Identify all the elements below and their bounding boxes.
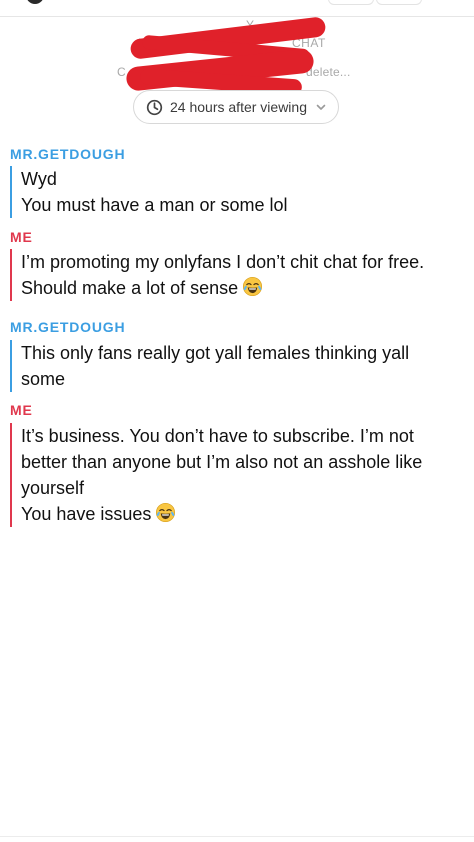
header-pill-icon[interactable] — [376, 0, 422, 5]
chat-timer-label: 24 hours after viewing — [170, 99, 307, 115]
message-block[interactable]: This only fans really got yall females t… — [10, 340, 468, 392]
clock-icon — [146, 99, 163, 115]
sender-label: ME — [10, 402, 33, 418]
system-text-line2-end: delete... — [306, 65, 351, 79]
chat-system-info: Y N CHAT C delete... 24 hours after view… — [0, 16, 474, 134]
message-text: Wyd — [21, 169, 57, 189]
header-pill-icon[interactable] — [328, 0, 374, 5]
message-text: This only fans really got yall females t… — [21, 343, 410, 363]
message-text: It’s business. You don’t have to subscri… — [21, 426, 414, 446]
message-text: You have issues — [21, 504, 152, 524]
message-block[interactable]: It’s business. You don’t have to subscri… — [10, 423, 468, 527]
message-text: You must have a man or some lol — [21, 195, 288, 215]
message-line: Should make a lot of sense — [21, 275, 468, 301]
tears-of-joy-emoji-icon — [242, 276, 263, 297]
system-text-line2-start: C — [117, 65, 127, 79]
message-text: some — [21, 369, 66, 389]
message-text: better than anyone but I’m also not an a… — [21, 452, 423, 472]
bitmoji-avatar-icon[interactable] — [26, 0, 44, 4]
chevron-down-icon — [316, 104, 326, 110]
message-block[interactable]: I’m promoting my onlyfans I don’t chit c… — [10, 249, 468, 301]
message-text: Should make a lot of sense — [21, 278, 239, 298]
sender-label: ME — [10, 229, 33, 245]
sender-label: MR.GETDOUGH — [10, 146, 126, 162]
message-line: You have issues — [21, 501, 468, 527]
tears-of-joy-emoji-icon — [155, 502, 176, 523]
top-header-strip — [0, 0, 474, 17]
message-text: yourself — [21, 478, 85, 498]
chat-timer-button[interactable]: 24 hours after viewing — [133, 90, 339, 124]
message-block[interactable]: Wyd You must have a man or some lol — [10, 166, 468, 218]
message-text: I’m promoting my onlyfans I don’t chit c… — [21, 252, 425, 272]
sender-label: MR.GETDOUGH — [10, 319, 126, 335]
bottom-divider — [0, 836, 474, 837]
